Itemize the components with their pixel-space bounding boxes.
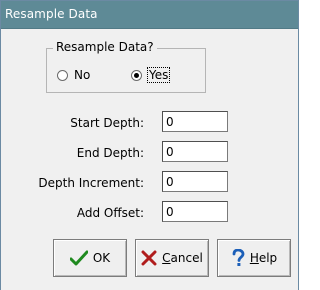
- help-rest: elp: [258, 251, 278, 265]
- cancel-mnemonic: C: [162, 251, 171, 265]
- start-depth-label: Start Depth:: [70, 116, 144, 130]
- help-button[interactable]: Help: [217, 239, 291, 277]
- resample-group-legend: Resample Data?: [53, 40, 157, 54]
- radio-no[interactable]: No: [57, 68, 90, 82]
- radio-yes-label: Yes: [146, 67, 171, 83]
- cancel-rest: ancel: [170, 251, 203, 265]
- cancel-button[interactable]: Cancel: [135, 239, 209, 277]
- depth-increment-input[interactable]: [162, 171, 228, 192]
- add-offset-input[interactable]: [162, 201, 228, 222]
- resample-data-dialog: Resample Data Resample Data? No Yes Star…: [0, 0, 299, 290]
- button-bar: OK Cancel Help: [1, 229, 298, 290]
- cancel-button-label: Cancel: [162, 251, 203, 265]
- radio-yes[interactable]: Yes: [131, 67, 171, 83]
- end-depth-input[interactable]: [162, 141, 228, 162]
- radio-yes-indicator[interactable]: [131, 69, 142, 81]
- question-icon: [231, 248, 245, 267]
- ok-button[interactable]: OK: [53, 239, 127, 277]
- x-icon: [141, 250, 157, 266]
- start-depth-input[interactable]: [162, 111, 228, 132]
- radio-no-indicator[interactable]: [57, 69, 68, 81]
- add-offset-label: Add Offset:: [76, 206, 144, 220]
- title-bar[interactable]: Resample Data: [1, 1, 298, 29]
- help-button-label: Help: [250, 251, 277, 265]
- ok-button-label: OK: [92, 251, 111, 265]
- help-mnemonic: H: [249, 251, 259, 265]
- depth-increment-label: Depth Increment:: [38, 176, 144, 190]
- checkmark-icon: [69, 250, 89, 266]
- radio-no-label: No: [74, 68, 91, 82]
- window-title: Resample Data: [5, 7, 98, 21]
- end-depth-label: End Depth:: [76, 146, 144, 160]
